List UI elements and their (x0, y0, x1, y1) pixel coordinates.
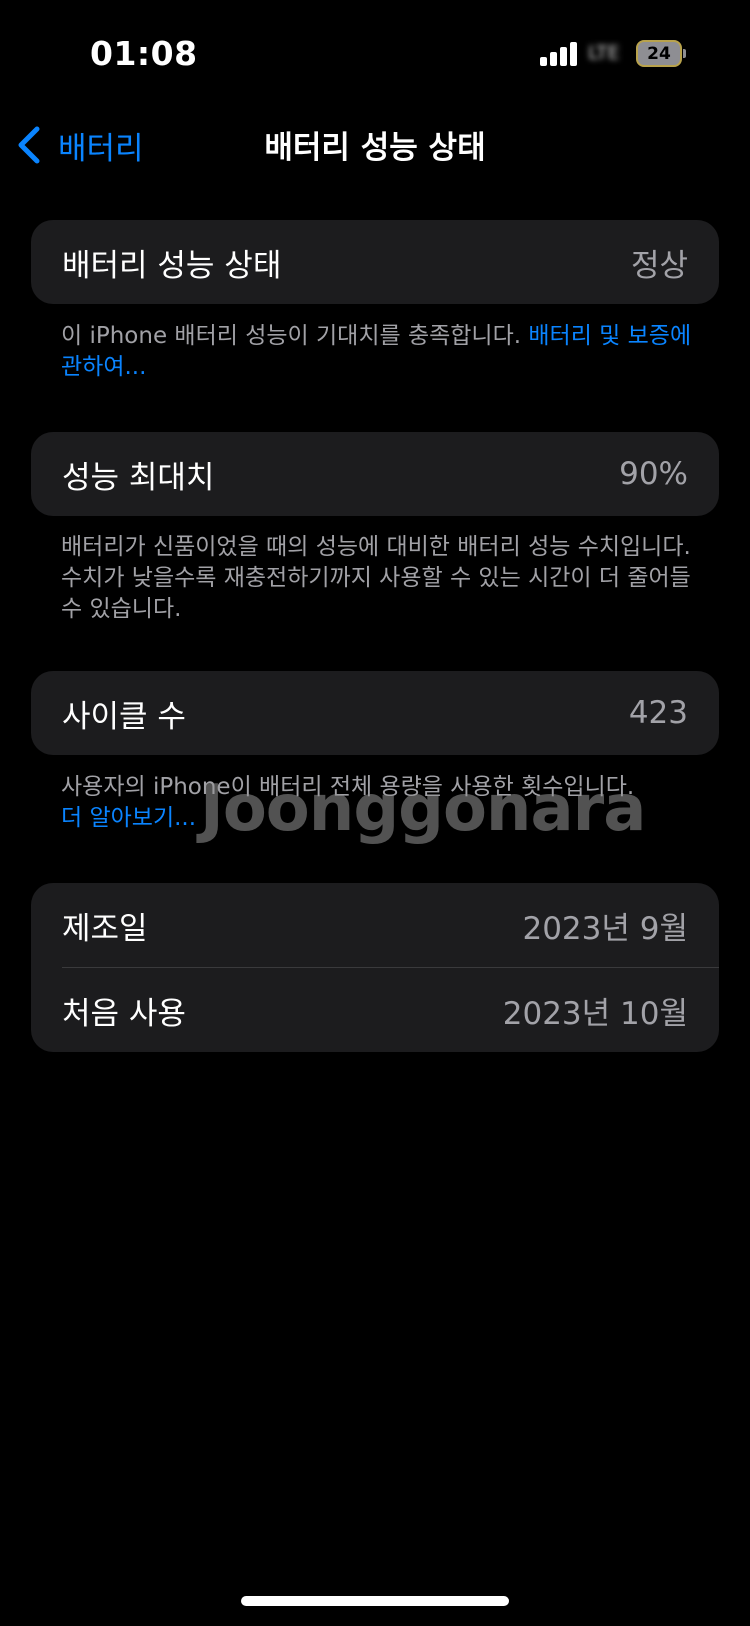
battery-icon: 24 (636, 40, 686, 67)
cycle-count-value: 423 (628, 695, 688, 731)
max-capacity-value: 90% (619, 456, 688, 492)
page-title: 배터리 성능 상태 (264, 130, 486, 166)
status-time: 01:08 (90, 34, 198, 73)
max-capacity-row: 성능 최대치 90% (31, 432, 719, 516)
status-bar: 01:08 LTE 24 (0, 0, 750, 100)
cellular-signal-icon (540, 42, 580, 66)
manufactured-label: 제조일 (62, 910, 148, 947)
first-use-value: 2023년 10월 (502, 995, 688, 1032)
carrier-label: LTE (588, 42, 620, 64)
cycle-count-card: 사이클 수 423 (31, 671, 719, 755)
battery-health-row: 배터리 성능 상태 정상 (31, 220, 719, 304)
battery-health-card: 배터리 성능 상태 정상 (31, 220, 719, 304)
watermark: Joonggonara (200, 772, 646, 846)
cycle-count-label: 사이클 수 (62, 698, 186, 735)
battery-health-value: 정상 (630, 247, 688, 284)
first-use-row: 처음 사용 2023년 10월 (31, 968, 719, 1052)
max-capacity-card: 성능 최대치 90% (31, 432, 719, 516)
battery-level: 24 (647, 43, 671, 64)
manufactured-row: 제조일 2023년 9월 (31, 883, 719, 967)
max-capacity-label: 성능 최대치 (62, 459, 215, 496)
battery-health-footnote-text: 이 iPhone 배터리 성능이 기대치를 충족합니다. (61, 323, 529, 349)
cycle-count-row: 사이클 수 423 (31, 671, 719, 755)
battery-health-label: 배터리 성능 상태 (62, 247, 282, 284)
dates-card: 제조일 2023년 9월 처음 사용 2023년 10월 (31, 883, 719, 1052)
home-indicator[interactable] (241, 1596, 509, 1606)
manufactured-value: 2023년 9월 (522, 910, 688, 947)
max-capacity-footnote: 배터리가 신품이었을 때의 성능에 대비한 배터리 성능 수치입니다. 수치가 … (61, 534, 691, 622)
screen: 01:08 LTE 24 배터리 배터리 성능 상태 배터리 성능 상태 정상 … (0, 0, 750, 1626)
first-use-label: 처음 사용 (62, 995, 186, 1032)
battery-health-footnote: 이 iPhone 배터리 성능이 기대치를 충족합니다. 배터리 및 보증에 관… (61, 321, 701, 383)
